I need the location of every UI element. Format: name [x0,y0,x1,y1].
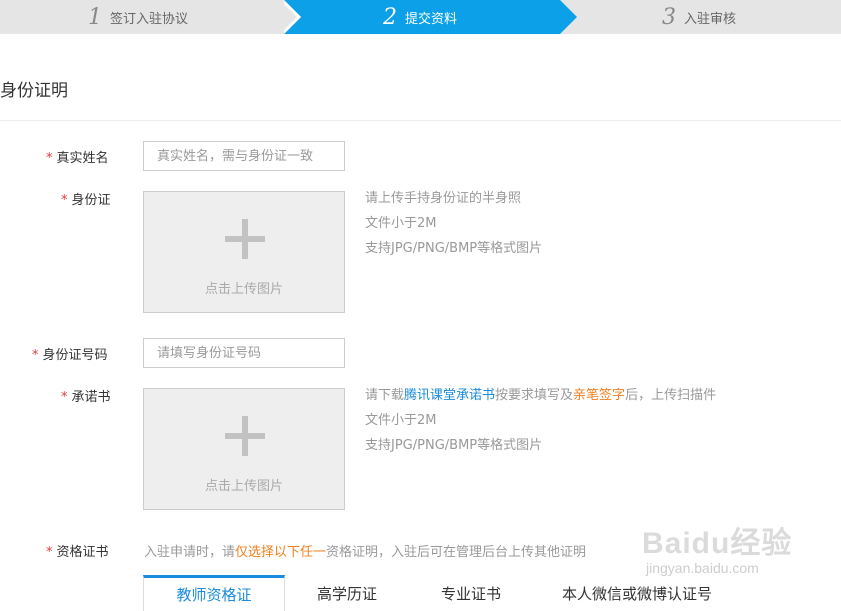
tab-professional-certificate[interactable]: 专业证书 [409,575,533,611]
watermark-logo: Baidu经验 [642,527,793,560]
hint-line: 支持JPG/PNG/BMP等格式图片 [365,241,543,256]
required-mark: * [46,151,53,166]
id-card-label: * 身份证 [61,189,111,208]
qualification-tabs: 教师资格证 高学历证 专业证书 本人微信或微博认证号 [143,575,741,611]
step-1: 1 签订入驻协议 [88,0,188,34]
plus-icon-vertical [242,416,248,456]
hint-highlight: 仅选择以下任一 [235,545,327,560]
qualification-hint: 入驻申请时，请仅选择以下任一资格证明，入驻后可在管理后台上传其他证明 [144,541,586,560]
required-mark: * [32,348,39,363]
commitment-hint-line: 请下载腾讯课堂承诺书按要求填写及亲笔签字后，上传扫描件 [365,383,716,408]
upload-text: 点击上传图片 [204,479,283,494]
baidu-watermark: Baidu经验 jingyan.baidu.com [642,518,792,576]
id-card-upload-box[interactable]: 点击上传图片 [143,191,345,313]
hint-text: 按要求填写及 [495,388,574,403]
hint-text: 资格证明，入驻后可在管理后台上传其他证明 [326,545,587,560]
watermark-url: jingyan.baidu.com [646,560,759,576]
tab-higher-degree[interactable]: 高学历证 [285,575,409,611]
commitment-label-text: 承诺书 [71,390,111,405]
hint-line: 文件小于2M [365,413,437,428]
step-3: 3 入驻审核 [662,0,736,34]
tab-teacher-certificate[interactable]: 教师资格证 [143,575,285,611]
upload-text: 点击上传图片 [204,282,283,297]
hint-text: 请下载 [365,388,405,403]
id-number-label-text: 身份证号码 [42,348,108,363]
commitment-label: * 承诺书 [61,386,111,405]
commitment-hints: 请下载腾讯课堂承诺书按要求填写及亲笔签字后，上传扫描件 文件小于2M 支持JPG… [365,383,716,458]
hint-text: 后，上传扫描件 [625,388,717,403]
real-name-label-text: 真实姓名 [56,151,109,166]
tab-social-verification[interactable]: 本人微信或微博认证号 [533,575,741,611]
step-1-number: 1 [88,4,102,30]
id-number-input[interactable] [143,338,345,368]
required-mark: * [46,545,53,560]
id-card-hints: 请上传手持身份证的半身照 文件小于2M 支持JPG/PNG/BMP等格式图片 [365,186,542,261]
qualification-label-text: 资格证书 [56,545,109,560]
step-3-label: 入驻审核 [684,11,737,27]
commitment-download-link[interactable]: 腾讯课堂承诺书 [404,388,495,403]
required-mark: * [61,390,68,405]
step-2-number: 2 [383,4,397,30]
step-2-label: 提交资料 [405,11,458,27]
id-number-label: * 身份证号码 [32,344,108,363]
step-1-label: 签订入驻协议 [110,11,189,27]
section-title: 身份证明 [0,81,68,101]
hint-highlight: 亲笔签字 [573,388,626,403]
plus-icon-vertical [242,219,248,259]
id-card-label-text: 身份证 [71,193,111,208]
required-mark: * [61,193,68,208]
commitment-upload-box[interactable]: 点击上传图片 [143,388,345,510]
qualification-label: * 资格证书 [46,541,109,560]
section-divider [0,120,841,121]
real-name-input[interactable] [143,141,345,171]
step-progress-bar: 1 签订入驻协议 2 提交资料 3 入驻审核 [0,0,841,34]
hint-text: 入驻申请时，请 [144,545,236,560]
real-name-label: * 真实姓名 [46,147,109,166]
hint-line: 支持JPG/PNG/BMP等格式图片 [365,438,543,453]
step-2-active: 2 提交资料 [383,0,457,34]
hint-line: 文件小于2M [365,216,437,231]
hint-line: 请上传手持身份证的半身照 [365,191,522,206]
step-3-number: 3 [662,4,676,30]
